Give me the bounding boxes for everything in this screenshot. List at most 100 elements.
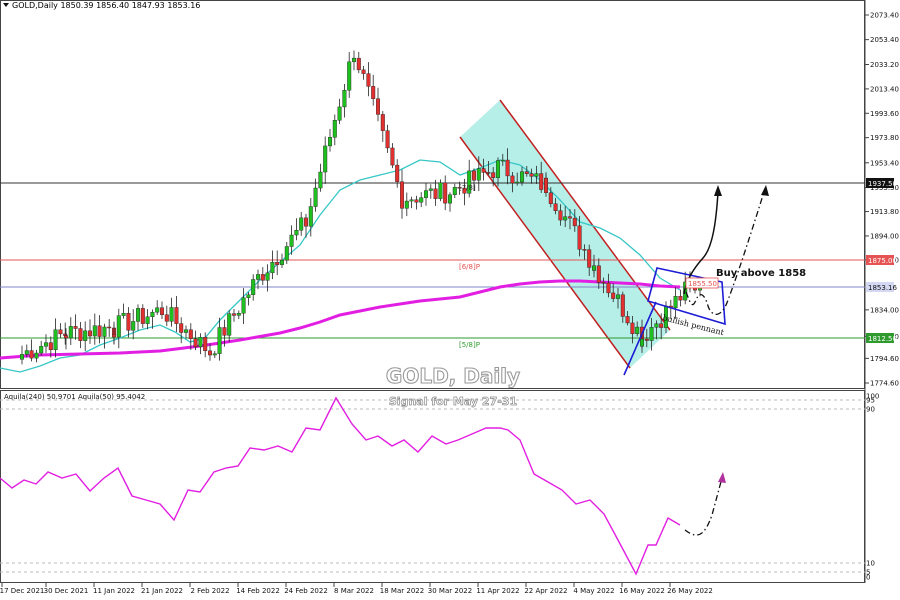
time-tick-label: 11 Apr 2022 xyxy=(476,587,519,595)
candle-bear xyxy=(491,172,496,178)
candle-bear xyxy=(140,308,145,324)
candle-bull xyxy=(217,327,222,354)
price-tick-label: 2073.40 xyxy=(870,12,899,20)
symbol-header: GOLD,Daily 1850.39 1856.40 1847.93 1853.… xyxy=(12,1,200,10)
candle-bull xyxy=(44,342,49,347)
candle-bear xyxy=(304,217,309,227)
candle-bear xyxy=(126,313,131,331)
candle-bear xyxy=(481,168,486,173)
murray-7-8-label: [7/8] xyxy=(459,184,476,192)
candle-bull xyxy=(452,187,457,195)
candle-bear xyxy=(553,203,558,211)
candle-bull xyxy=(308,206,313,227)
boxed-price-text: 1855.50 xyxy=(688,280,717,288)
candle-bull xyxy=(236,313,241,316)
candle-bull xyxy=(289,234,294,247)
candle-bull xyxy=(476,168,481,181)
candle-bear xyxy=(231,313,236,316)
candle-bear xyxy=(433,188,438,199)
candle-bear xyxy=(380,114,385,131)
candle-bull xyxy=(649,327,654,341)
candle-bull xyxy=(448,194,453,204)
candle-bull xyxy=(409,199,414,202)
time-tick-label: 24 Feb 2022 xyxy=(284,587,328,595)
time-tick-label: 8 Mar 2022 xyxy=(334,587,374,595)
candle-bull xyxy=(150,311,155,318)
candle-bear xyxy=(582,249,587,251)
badge-1875-text: 1875.00 xyxy=(868,257,897,265)
candle-bear xyxy=(529,173,534,177)
candle-bear xyxy=(400,181,405,209)
candle-bull xyxy=(121,313,126,316)
time-tick-label: 17 Dec 2021 xyxy=(0,587,44,595)
badge-1812-text: 1812.50 xyxy=(868,335,897,343)
candle-bear xyxy=(443,182,448,204)
candle-bull xyxy=(294,230,299,236)
candle-bull xyxy=(83,330,88,341)
candle-bull xyxy=(135,308,140,322)
candle-bull xyxy=(352,57,357,63)
candle-bear xyxy=(625,316,630,324)
indicator-panel xyxy=(0,390,865,583)
price-tick-label: 2013.40 xyxy=(870,85,899,93)
candle-bear xyxy=(111,334,116,338)
candle-bull xyxy=(332,120,337,138)
indicator-axis: 10095901050 xyxy=(866,393,879,582)
candle-bull xyxy=(438,182,443,199)
candle-bull xyxy=(212,353,217,356)
candle-bull xyxy=(265,272,270,281)
candle-bear xyxy=(356,57,361,71)
time-tick-label: 4 May 2022 xyxy=(573,587,614,595)
candle-bull xyxy=(20,354,25,360)
candle-bear xyxy=(73,326,78,329)
candle-bear xyxy=(659,323,664,328)
candle-bull xyxy=(616,294,621,299)
candle-bull xyxy=(256,274,261,280)
candle-bull xyxy=(92,325,97,337)
candle-bull xyxy=(155,307,160,313)
candle-bear xyxy=(505,159,510,177)
candle-bull xyxy=(299,217,304,231)
candle-bull xyxy=(563,216,568,221)
candle-bull xyxy=(337,106,342,121)
time-tick-label: 30 Mar 2022 xyxy=(428,587,472,595)
candle-bear xyxy=(107,326,112,329)
candle-bull xyxy=(424,190,429,198)
candle-bear xyxy=(630,322,635,334)
candle-bear xyxy=(596,265,601,283)
candle-bear xyxy=(260,274,265,281)
price-tick-label: 1834.00 xyxy=(870,306,899,314)
badge-current-text: 1853.16 xyxy=(868,284,897,292)
indicator-tick-label: 90 xyxy=(866,406,875,414)
candle-bear xyxy=(644,338,649,341)
price-tick-label: 2053.40 xyxy=(870,36,899,44)
price-tick-label: 1973.80 xyxy=(870,134,899,142)
candle-bull xyxy=(496,160,501,178)
candle-bear xyxy=(678,296,683,301)
price-tick-label: 1993.60 xyxy=(870,110,899,118)
candle-bull xyxy=(520,171,525,183)
candle-bear xyxy=(159,307,164,315)
candle-bear xyxy=(606,282,611,294)
candle-bear xyxy=(548,192,553,204)
buy-label: Buy above 1858 xyxy=(716,268,806,279)
candle-bear xyxy=(78,328,83,341)
time-tick-label: 16 May 2022 xyxy=(619,587,665,595)
candle-bull xyxy=(342,90,347,108)
candle-bear xyxy=(203,337,208,352)
candle-bear xyxy=(222,327,227,336)
candle-bear xyxy=(395,164,400,182)
indicator-tick-label: 95 xyxy=(866,397,875,405)
candle-bear xyxy=(275,262,280,265)
price-tick-label: 1894.00 xyxy=(870,232,899,240)
candle-bear xyxy=(390,147,395,166)
candle-bear xyxy=(366,73,371,87)
candle-bear xyxy=(371,86,376,99)
candle-bull xyxy=(183,329,188,333)
candle-bear xyxy=(472,170,477,181)
watermark-title: GOLD, Daily xyxy=(386,364,520,388)
candle-bull xyxy=(323,145,328,173)
candle-bear xyxy=(207,350,212,356)
candle-bull xyxy=(39,346,44,354)
price-tick-label: 1953.40 xyxy=(870,159,899,167)
